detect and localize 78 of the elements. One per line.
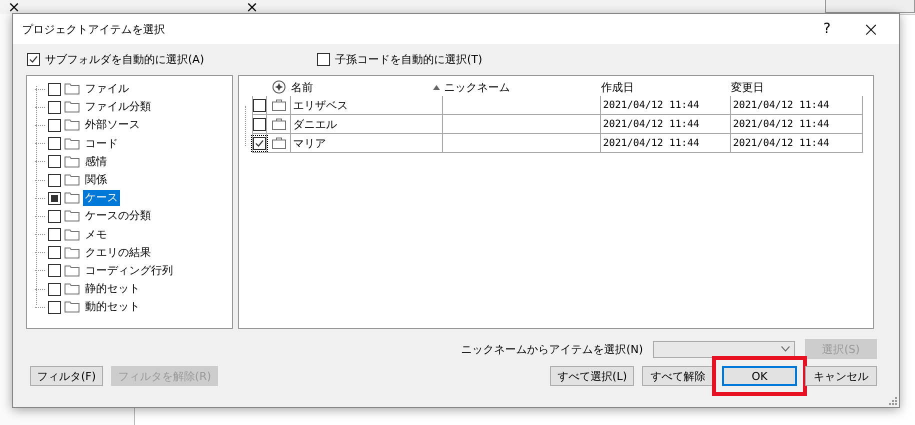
option-label[interactable]: サブフォルダを自動的に選択(A): [45, 52, 204, 66]
folder-icon: [64, 117, 80, 134]
checkbox[interactable]: [48, 300, 61, 314]
tree-item[interactable]: ファイル分類: [83, 99, 153, 116]
folder-icon: [64, 262, 80, 279]
dialog-button[interactable]: すべて解除: [642, 366, 714, 386]
resize-grip-icon[interactable]: [889, 397, 897, 405]
tree-item[interactable]: ファイル: [83, 81, 131, 98]
tree-item[interactable]: 静的セット: [83, 281, 142, 298]
folder-icon: [64, 226, 80, 243]
table-cell: 2021/04/12 11:44: [731, 134, 863, 153]
folder-icon: [64, 99, 80, 116]
column-header[interactable]: 変更日: [731, 78, 863, 96]
tree-item[interactable]: 関係: [83, 172, 109, 188]
folder-icon: [64, 154, 80, 170]
table-cell[interactable]: エリザベス: [291, 96, 443, 115]
checkbox[interactable]: [48, 264, 61, 278]
folder-icon: [64, 172, 80, 188]
dialog-button[interactable]: すべて選択(L): [550, 366, 634, 386]
nickname-label: ニックネームからアイテムを選択(N): [461, 342, 643, 356]
table-cell: 2021/04/12 11:44: [601, 134, 731, 153]
column-header[interactable]: 名前: [291, 78, 443, 96]
checkbox[interactable]: [253, 136, 266, 150]
folder-icon: [64, 208, 80, 224]
checkbox[interactable]: [48, 192, 61, 205]
add-column-icon[interactable]: [272, 80, 286, 94]
checkbox[interactable]: [48, 155, 61, 168]
close-icon[interactable]: ×: [4, 0, 24, 14]
checkbox[interactable]: [48, 174, 61, 187]
nickname-dropdown[interactable]: [653, 340, 795, 358]
column-header[interactable]: 作成日: [601, 78, 731, 96]
folder-icon: [64, 299, 80, 316]
checkbox[interactable]: [27, 52, 40, 66]
tree-item[interactable]: 外部ソース: [83, 117, 142, 134]
checkbox[interactable]: [48, 228, 61, 242]
sort-icon: [433, 84, 440, 90]
table-cell: 2021/04/12 11:44: [601, 115, 731, 134]
checkbox[interactable]: [48, 82, 61, 96]
folder-icon: [64, 81, 80, 98]
tree-item[interactable]: ケースの分類: [83, 208, 153, 224]
tree-item[interactable]: 感情: [83, 154, 109, 170]
folder-icon: [64, 244, 80, 261]
tree-item[interactable]: コード: [83, 136, 120, 152]
checkbox[interactable]: [48, 118, 61, 132]
window-title: プロジェクトアイテムを選択: [22, 22, 166, 36]
briefcase-icon: [270, 97, 286, 113]
checkbox[interactable]: [48, 210, 61, 223]
tree-item[interactable]: 動的セット: [83, 299, 142, 316]
checkbox[interactable]: [253, 118, 266, 130]
checkbox[interactable]: [48, 100, 61, 114]
table-cell: 2021/04/12 11:44: [731, 96, 863, 115]
checkbox[interactable]: [253, 98, 266, 112]
folder-icon: [64, 281, 80, 298]
briefcase-icon: [270, 135, 286, 151]
table-cell[interactable]: ダニエル: [291, 115, 443, 134]
checkbox[interactable]: [317, 52, 330, 66]
checkbox[interactable]: [48, 282, 61, 296]
tree-item[interactable]: クエリの結果: [83, 244, 153, 261]
checkbox[interactable]: [48, 137, 61, 150]
run-query-button[interactable]: [825, 0, 915, 13]
briefcase-icon: [270, 116, 286, 132]
column-header[interactable]: ニックネーム: [444, 80, 510, 94]
tree-item[interactable]: メモ: [83, 226, 109, 243]
folder-icon: [64, 190, 80, 206]
table-cell: 2021/04/12 11:44: [601, 96, 731, 115]
dialog-button[interactable]: キャンセル: [805, 366, 877, 386]
dialog-button[interactable]: フィルタ(F): [30, 366, 103, 386]
help-button[interactable]: ?: [805, 21, 849, 37]
folder-icon: [64, 136, 80, 152]
tab-close-icon[interactable]: ×: [242, 0, 262, 14]
option-label[interactable]: 子孫コードを自動的に選択(T): [335, 52, 482, 66]
tree-item[interactable]: ケース: [83, 190, 120, 206]
tree-item[interactable]: コーディング行列: [83, 262, 175, 279]
close-button[interactable]: ×: [849, 17, 893, 41]
checkbox[interactable]: [48, 246, 61, 260]
table-cell: 2021/04/12 11:44: [731, 115, 863, 134]
table-cell[interactable]: マリア: [291, 134, 443, 153]
chevron-down-icon: [781, 346, 790, 352]
